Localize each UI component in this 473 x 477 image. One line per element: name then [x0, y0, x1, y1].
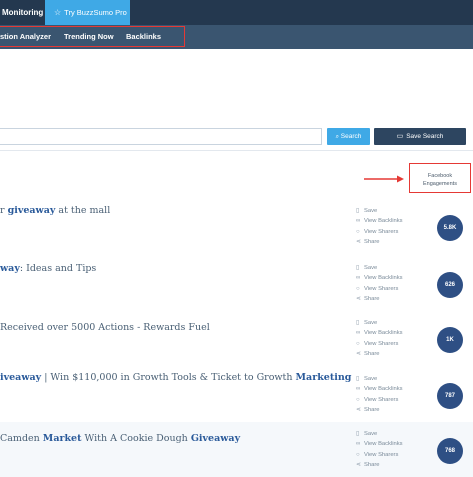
row-actions: ▯ Save ∞ View Backlinks ○ View Sharers ⋖ Sha…	[356, 263, 416, 304]
view-sharers-action[interactable]: ○ View Sharers	[356, 450, 416, 460]
link-icon: ∞	[356, 330, 361, 337]
bookmark-icon: ▯	[356, 431, 360, 437]
share-action[interactable]: ⋖ Share	[356, 460, 416, 470]
user-icon: ○	[356, 396, 360, 403]
folder-icon: ▭	[396, 133, 404, 140]
result-title[interactable]: iveaway | Win $110,000 in Growth Tools &…	[0, 372, 351, 383]
user-icon: ○	[356, 340, 360, 347]
facebook-header-line1: Facebook	[427, 173, 453, 179]
share-icon: ⋖	[356, 461, 362, 468]
save-action[interactable]: ▯ Save	[356, 374, 416, 384]
annotation-arrow-icon	[364, 175, 404, 183]
share-action[interactable]: ⋖ Share	[356, 349, 416, 359]
try-pro-button[interactable]: ☆ Try BuzzSumo Pro	[45, 0, 130, 25]
view-backlinks-action[interactable]: ∞ View Backlinks	[356, 439, 416, 449]
bookmark-icon: ▯	[356, 320, 360, 326]
save-action[interactable]: ▯ Save	[356, 263, 416, 273]
view-sharers-action[interactable]: ○ View Sharers	[356, 339, 416, 349]
search-button-label: Search	[340, 133, 362, 140]
view-sharers-action[interactable]: ○ View Sharers	[356, 227, 416, 237]
engagement-badge: 768	[437, 438, 463, 464]
buzzsumo-page: Monitoring ☆ Try BuzzSumo Pro stion Analy…	[0, 0, 473, 477]
search-input[interactable]	[0, 128, 322, 145]
share-icon: ⋖	[356, 406, 362, 413]
bookmark-icon: ▯	[356, 208, 360, 214]
share-icon: ⋖	[356, 295, 362, 302]
top-nav: Monitoring ☆ Try BuzzSumo Pro	[0, 0, 473, 25]
row-actions: ▯ Save ∞ View Backlinks ○ View Sharers ⋖ Sha…	[356, 318, 416, 359]
engagement-badge: 5.8K	[437, 215, 463, 241]
share-icon: ⋖	[356, 238, 362, 245]
facebook-engagements-header[interactable]: Facebook Engagements	[409, 163, 471, 193]
share-icon: ⋖	[356, 350, 362, 357]
bookmark-icon: ▯	[356, 265, 360, 271]
result-title[interactable]: r giveaway at the mall	[0, 205, 110, 216]
result-title[interactable]: Received over 5000 Actions - Rewards Fue…	[0, 322, 210, 333]
save-search-label: Save Search	[406, 133, 444, 140]
annotation-box-subnav	[0, 26, 185, 47]
view-backlinks-action[interactable]: ∞ View Backlinks	[356, 273, 416, 283]
user-icon: ○	[356, 228, 360, 235]
link-icon: ∞	[356, 218, 361, 225]
row-actions: ▯ Save ∞ View Backlinks ○ View Sharers ⋖ Sha…	[356, 429, 416, 470]
result-title[interactable]: way: Ideas and Tips	[0, 263, 96, 274]
link-icon: ∞	[356, 441, 361, 448]
view-backlinks-action[interactable]: ∞ View Backlinks	[356, 384, 416, 394]
share-action[interactable]: ⋖ Share	[356, 294, 416, 304]
save-action[interactable]: ▯ Save	[356, 206, 416, 216]
engagement-badge: 626	[437, 272, 463, 298]
save-search-button[interactable]: ▭ Save Search	[374, 128, 466, 145]
save-action[interactable]: ▯ Save	[356, 429, 416, 439]
nav-monitoring[interactable]: Monitoring	[0, 0, 43, 25]
facebook-header-line2: Engagements	[423, 181, 457, 187]
view-sharers-action[interactable]: ○ View Sharers	[356, 395, 416, 405]
engagement-badge: 1K	[437, 327, 463, 353]
row-actions: ▯ Save ∞ View Backlinks ○ View Sharers ⋖ Sha…	[356, 374, 416, 415]
share-action[interactable]: ⋖ Share	[356, 237, 416, 247]
view-backlinks-action[interactable]: ∞ View Backlinks	[356, 328, 416, 338]
bookmark-icon: ▯	[356, 376, 360, 382]
search-button[interactable]: ⌕ Search	[327, 128, 370, 145]
link-icon: ∞	[356, 275, 361, 282]
try-pro-label: Try BuzzSumo Pro	[64, 8, 127, 17]
share-action[interactable]: ⋖ Share	[356, 405, 416, 415]
user-icon: ○	[356, 451, 360, 458]
view-sharers-action[interactable]: ○ View Sharers	[356, 284, 416, 294]
star-icon: ☆	[54, 8, 62, 17]
row-actions: ▯ Save ∞ View Backlinks ○ View Sharers ⋖ Sha…	[356, 206, 416, 247]
engagement-badge: 787	[437, 383, 463, 409]
save-action[interactable]: ▯ Save	[356, 318, 416, 328]
user-icon: ○	[356, 285, 360, 292]
link-icon: ∞	[356, 386, 361, 393]
search-icon: ⌕	[335, 134, 339, 140]
result-title[interactable]: Camden Market With A Cookie Dough Giveaw…	[0, 433, 240, 444]
view-backlinks-action[interactable]: ∞ View Backlinks	[356, 216, 416, 226]
divider	[0, 150, 473, 151]
